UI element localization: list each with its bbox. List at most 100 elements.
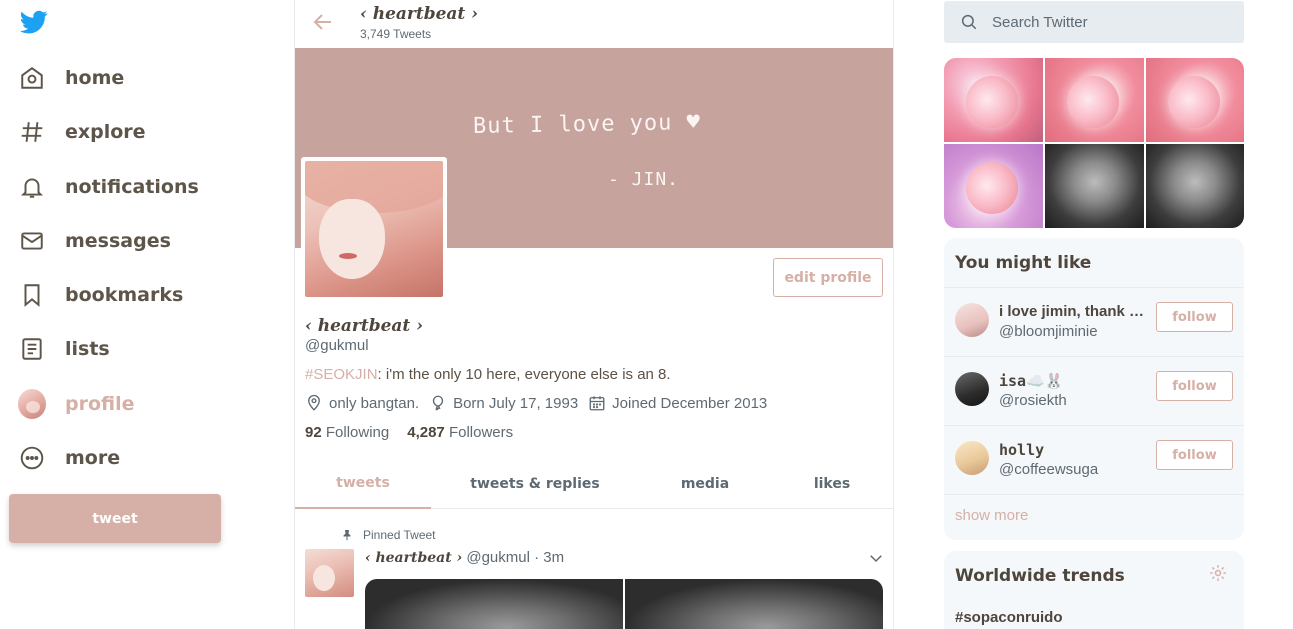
- birthday-item: Born July 17, 1993: [429, 394, 578, 412]
- avatar-lip-shape: [339, 253, 357, 259]
- banner-signature: - JIN.: [608, 169, 680, 190]
- trend-item[interactable]: #sopaconruido: [955, 609, 1063, 626]
- suggestion-name: isa☁️🐰: [999, 372, 1064, 390]
- suggestion-row[interactable]: i love jimin, thank god @bloomjiminie fo…: [944, 287, 1244, 356]
- tab-tweets-replies[interactable]: tweets & replies: [455, 459, 615, 509]
- nav-notifications[interactable]: notifications: [18, 167, 199, 207]
- gear-icon[interactable]: [1208, 563, 1228, 583]
- nav-label: home: [65, 67, 125, 89]
- nav-label: bookmarks: [65, 284, 184, 306]
- gallery-photo[interactable]: [1146, 58, 1244, 142]
- following-link[interactable]: 92 Following: [305, 424, 389, 441]
- nav-more[interactable]: more: [18, 438, 120, 478]
- media-gallery: [944, 58, 1244, 228]
- profile-column: ‹ heartbeat › 3,749 Tweets But I love yo…: [294, 0, 894, 629]
- back-arrow-icon[interactable]: [311, 10, 335, 34]
- gallery-photo[interactable]: [944, 144, 1043, 228]
- search-input[interactable]: [992, 13, 1222, 31]
- tweet-author-name[interactable]: ‹ heartbeat ›: [365, 550, 462, 566]
- nav-label: profile: [65, 393, 135, 415]
- profile-tabs: tweets tweets & replies media likes: [295, 459, 893, 509]
- nav-bookmarks[interactable]: bookmarks: [18, 275, 183, 315]
- gallery-photo[interactable]: [1146, 144, 1244, 228]
- pin-icon: [343, 530, 351, 541]
- followers-link[interactable]: 4,287 Followers: [407, 424, 513, 441]
- profile-avatar[interactable]: [301, 157, 447, 301]
- nav-explore[interactable]: explore: [18, 112, 146, 152]
- following-label: Following: [325, 424, 390, 441]
- tweet-media[interactable]: [365, 579, 883, 629]
- follow-button[interactable]: follow: [1156, 302, 1233, 332]
- pinned-label: Pinned Tweet: [363, 528, 436, 542]
- tweet-header: ‹ heartbeat › @gukmul · 3m: [365, 549, 564, 566]
- who-to-follow-card: You might like i love jimin, thank god @…: [944, 238, 1244, 540]
- chevron-down-icon[interactable]: [867, 549, 885, 567]
- avatar-face-shape: [319, 199, 385, 279]
- profile-meta: only bangtan. Born July 17, 1993 Joined …: [305, 394, 777, 412]
- bookmark-icon: [18, 281, 46, 309]
- app: home explore notifications messages book…: [0, 0, 1293, 629]
- who-to-follow-title: You might like: [955, 253, 1092, 273]
- location-pin-icon: [308, 394, 320, 411]
- envelope-icon: [18, 227, 46, 255]
- calendar-icon: [589, 396, 605, 411]
- location-item: only bangtan.: [305, 394, 419, 412]
- tab-tweets[interactable]: tweets: [295, 459, 431, 509]
- nav-label: messages: [65, 230, 171, 252]
- birthday-text: Born July 17, 1993: [453, 394, 579, 412]
- nav-label: notifications: [65, 176, 199, 198]
- tweet-meta: @gukmul · 3m: [466, 549, 565, 566]
- joined-text: Joined December 2013: [612, 394, 768, 412]
- profile-header-bar: ‹ heartbeat › 3,749 Tweets: [295, 0, 893, 48]
- search-box[interactable]: [944, 1, 1244, 43]
- avatar: [18, 389, 46, 419]
- follow-button[interactable]: follow: [1156, 371, 1233, 401]
- header-title: ‹ heartbeat ›: [360, 4, 479, 24]
- left-nav: home explore notifications messages book…: [0, 0, 294, 629]
- avatar-image: [305, 161, 443, 297]
- twitter-logo-icon[interactable]: [19, 8, 49, 36]
- home-icon: [18, 64, 46, 92]
- gallery-photo[interactable]: [944, 58, 1043, 142]
- gallery-photo[interactable]: [1045, 58, 1144, 142]
- nav-lists[interactable]: lists: [18, 329, 110, 369]
- tweet-avatar[interactable]: [305, 549, 354, 597]
- tweet-photo[interactable]: [365, 579, 623, 629]
- profile-icon-wrap: [18, 389, 46, 419]
- following-count: 92: [305, 424, 322, 441]
- location-text: only bangtan.: [329, 394, 420, 412]
- trends-title: Worldwide trends: [955, 566, 1125, 586]
- avatar[interactable]: [955, 441, 989, 475]
- nav-label: lists: [65, 338, 110, 360]
- tweet-button[interactable]: tweet: [9, 494, 221, 543]
- trends-card: Worldwide trends #sopaconruido: [944, 551, 1244, 629]
- nav-label: explore: [65, 121, 146, 143]
- edit-profile-button[interactable]: edit profile: [773, 258, 883, 297]
- show-more-link[interactable]: show more: [955, 507, 1028, 524]
- suggestion-row[interactable]: isa☁️🐰 @rosiekth follow: [944, 356, 1244, 425]
- avatar[interactable]: [955, 303, 989, 337]
- bio-hashtag-link[interactable]: #SEOKJIN: [305, 366, 378, 383]
- tweet-count: 3,749 Tweets: [360, 27, 432, 41]
- avatar-hair-shape: [305, 161, 443, 213]
- tab-media[interactable]: media: [655, 459, 755, 509]
- hashtag-icon: [18, 118, 46, 146]
- followers-label: Followers: [448, 424, 514, 441]
- tab-likes[interactable]: likes: [792, 459, 872, 509]
- suggestion-handle: @bloomjiminie: [999, 323, 1098, 340]
- follow-button[interactable]: follow: [1156, 440, 1233, 470]
- profile-stats: 92 Following 4,287 Followers: [305, 424, 513, 441]
- more-icon: [18, 444, 46, 472]
- avatar[interactable]: [955, 372, 989, 406]
- nav-home[interactable]: home: [18, 58, 124, 98]
- banner-text: But I love you ♥: [472, 110, 702, 139]
- balloon-icon: [432, 395, 444, 411]
- divider: [944, 494, 1244, 495]
- suggestion-name: holly: [999, 441, 1045, 459]
- nav-profile[interactable]: profile: [18, 384, 135, 424]
- tweet-photo[interactable]: [625, 579, 883, 629]
- suggestion-row[interactable]: holly @coffeewsuga follow: [944, 425, 1244, 494]
- search-icon: [961, 14, 977, 30]
- gallery-photo[interactable]: [1045, 144, 1144, 228]
- nav-messages[interactable]: messages: [18, 221, 171, 261]
